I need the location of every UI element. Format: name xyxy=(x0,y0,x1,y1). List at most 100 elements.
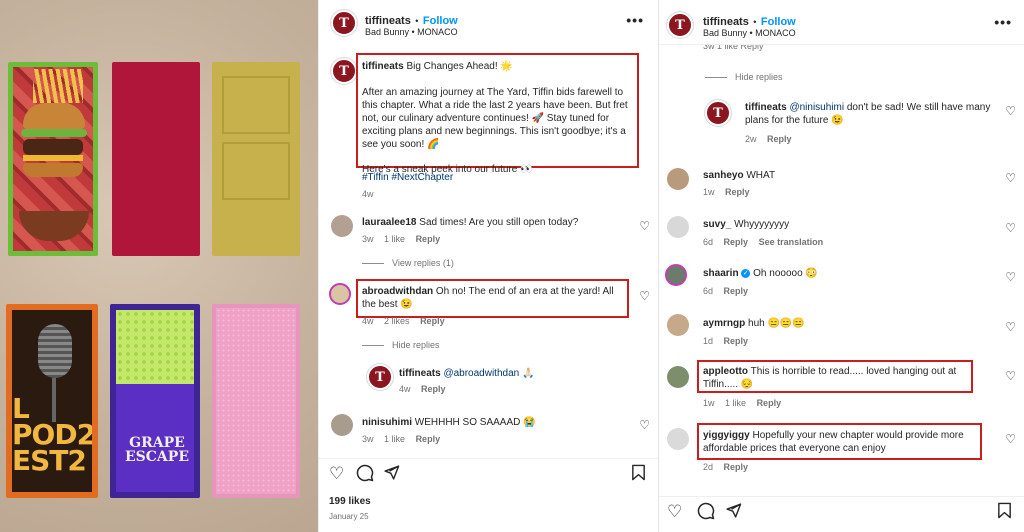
comment-age: 3w xyxy=(362,434,374,444)
post-subtitle[interactable]: Bad Bunny • MONACO xyxy=(365,27,458,37)
heart-icon[interactable] xyxy=(1005,432,1016,446)
comment: aymrngp huh 😑😑😑 xyxy=(703,317,993,330)
caption-title: Big Changes Ahead! 🌟 xyxy=(406,61,513,72)
reply-button[interactable]: Reply xyxy=(416,434,441,444)
comment-username[interactable]: abroadwithdan xyxy=(362,286,433,297)
door-red xyxy=(112,62,200,256)
avatar[interactable] xyxy=(667,314,689,336)
comment-text: WEHHHH SO SAAAAD 😭 xyxy=(414,417,536,428)
comment-age: 1w xyxy=(703,187,715,197)
comment-username[interactable]: suvy_ xyxy=(703,219,731,230)
comment-age: 1d xyxy=(703,336,714,346)
heart-icon[interactable]: ♡ xyxy=(329,464,344,484)
comment-likes[interactable]: 1 like xyxy=(384,434,405,444)
share-icon[interactable] xyxy=(725,502,742,524)
reply-button[interactable]: Reply xyxy=(725,187,750,197)
comment-icon[interactable] xyxy=(697,502,715,525)
comment-likes[interactable]: 2 likes xyxy=(384,316,410,326)
reply-mention[interactable]: @ninisuhimi xyxy=(789,102,844,113)
heart-icon[interactable] xyxy=(1005,270,1016,284)
likes-count[interactable]: 199 likes xyxy=(329,496,371,507)
view-replies-button[interactable]: View replies (1) xyxy=(362,258,462,268)
hashtags[interactable]: #Tiffin #NextChapter xyxy=(362,172,453,183)
heart-icon[interactable] xyxy=(1005,320,1016,334)
heart-icon[interactable] xyxy=(639,418,650,432)
avatar[interactable]: T xyxy=(367,364,393,390)
comment-meta: 1w 1 like Reply xyxy=(703,398,789,408)
comment-meta: 1w Reply xyxy=(703,187,758,197)
caption-username[interactable]: tiffineats xyxy=(362,61,404,72)
avatar[interactable]: T xyxy=(667,12,693,38)
heart-icon[interactable] xyxy=(639,289,650,303)
comment-age: 2d xyxy=(703,462,714,472)
share-icon[interactable] xyxy=(383,464,400,486)
fries-illustration xyxy=(33,69,83,103)
reply-mention[interactable]: @abroadwithdan xyxy=(443,368,519,379)
comment-likes[interactable]: 1 like xyxy=(384,234,405,244)
avatar[interactable] xyxy=(667,428,689,450)
avatar[interactable] xyxy=(331,414,353,436)
comment-icon[interactable] xyxy=(356,464,374,487)
heart-icon[interactable] xyxy=(1005,171,1016,185)
door-gold xyxy=(212,62,300,256)
hide-replies-button[interactable]: Hide replies xyxy=(362,340,448,350)
follow-button[interactable]: Follow xyxy=(761,16,796,28)
comment-username[interactable]: sanheyo xyxy=(703,170,744,181)
heart-icon[interactable] xyxy=(639,219,650,233)
comment-meta: 6d Reply xyxy=(703,286,756,296)
reply-username[interactable]: tiffineats xyxy=(745,102,787,113)
comment-meta: 2d Reply xyxy=(703,462,756,472)
comment-username[interactable]: appleotto xyxy=(703,366,748,377)
avatar[interactable] xyxy=(331,215,353,237)
comment-username[interactable]: yiggyiggy xyxy=(703,430,750,441)
avatar[interactable] xyxy=(667,216,689,238)
comment-text: Sad times! Are you still open today? xyxy=(419,217,579,228)
comment-username[interactable]: lauraalee18 xyxy=(362,217,417,228)
reply-button[interactable]: Reply xyxy=(421,384,446,394)
reply-button[interactable]: Reply xyxy=(420,316,445,326)
microphone-illustration xyxy=(38,324,72,378)
hide-replies-button[interactable]: Hide replies xyxy=(705,72,791,82)
bookmark-icon[interactable] xyxy=(631,464,646,486)
reply-username[interactable]: tiffineats xyxy=(399,368,441,379)
caption-body: After an amazing journey at The Yard, Ti… xyxy=(362,87,628,150)
comment-username[interactable]: aymrngp xyxy=(703,318,745,329)
bookmark-icon[interactable] xyxy=(997,502,1012,524)
heart-icon[interactable] xyxy=(1005,104,1016,118)
bowl-illustration xyxy=(19,211,89,241)
avatar[interactable]: T xyxy=(705,100,731,126)
reply-button[interactable]: Reply xyxy=(724,462,749,472)
comment-likes[interactable]: 1 like xyxy=(725,398,746,408)
comment-username[interactable]: ninisuhimi xyxy=(362,417,412,428)
comments-panel: T tiffineats • Follow Bad Bunny • MONACO… xyxy=(658,0,1024,532)
reply-button[interactable]: Reply xyxy=(767,134,792,144)
comment-username[interactable]: shaarin xyxy=(703,268,739,279)
avatar[interactable] xyxy=(667,366,689,388)
heart-icon[interactable] xyxy=(1005,369,1016,383)
reply-button[interactable]: Reply xyxy=(724,286,749,296)
reply-button[interactable]: Reply xyxy=(757,398,782,408)
avatar[interactable] xyxy=(667,168,689,190)
grape-escape-lettering: GRAPE ESCAPE xyxy=(125,435,189,465)
heart-icon[interactable]: ♡ xyxy=(667,502,682,522)
avatar[interactable] xyxy=(665,264,687,286)
post-header: T tiffineats • Follow Bad Bunny • MONACO… xyxy=(319,0,658,44)
post-subtitle[interactable]: Bad Bunny • MONACO xyxy=(703,28,796,38)
author-username[interactable]: tiffineats xyxy=(703,16,749,28)
follow-button[interactable]: Follow xyxy=(423,15,458,27)
more-icon[interactable]: ••• xyxy=(994,14,1012,30)
post-panel: T tiffineats • Follow Bad Bunny • MONACO… xyxy=(318,0,658,532)
avatar[interactable] xyxy=(329,283,351,305)
more-icon[interactable]: ••• xyxy=(626,12,644,28)
avatar[interactable]: T xyxy=(331,10,357,36)
reply-button[interactable]: Reply xyxy=(416,234,441,244)
post-image: L POD2 EST2 GRAPE ESCAPE xyxy=(0,0,318,532)
author-username[interactable]: tiffineats xyxy=(365,15,411,27)
post-date: January 25 xyxy=(329,512,369,521)
see-translation-button[interactable]: See translation xyxy=(759,237,824,247)
heart-icon[interactable] xyxy=(1005,221,1016,235)
reply-button[interactable]: Reply xyxy=(724,237,749,247)
reply-button[interactable]: Reply xyxy=(724,336,749,346)
view-replies-label: View replies (1) xyxy=(392,258,454,268)
caption-avatar[interactable]: T xyxy=(331,58,357,84)
